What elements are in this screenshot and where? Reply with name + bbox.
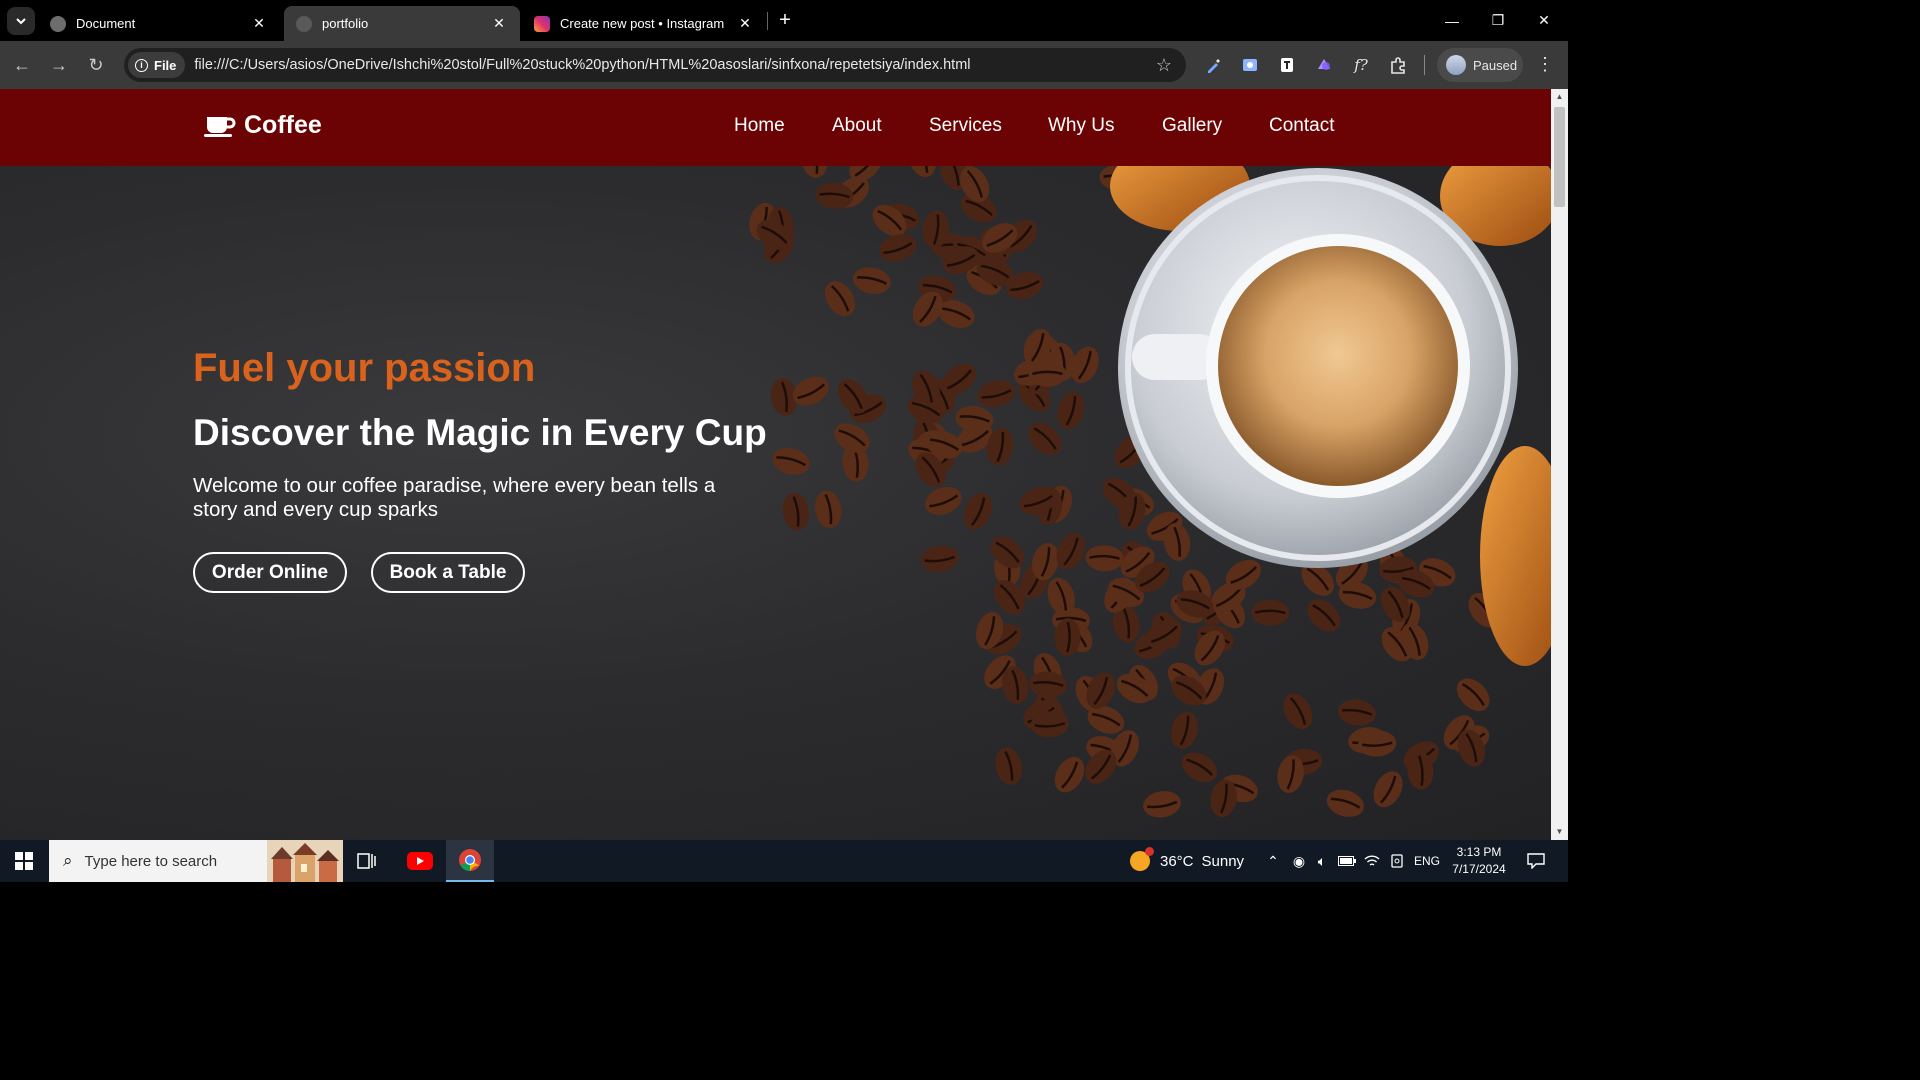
battery-icon[interactable]: [1336, 840, 1358, 882]
croissant-right: [1480, 446, 1551, 666]
screenshot-extension-icon[interactable]: [1238, 53, 1262, 77]
globe-icon: [50, 15, 66, 32]
weather-widget[interactable]: 36°C Sunny: [1130, 840, 1244, 882]
device-icon[interactable]: [1386, 840, 1408, 882]
profile-button[interactable]: Paused: [1437, 48, 1523, 82]
hero-headline: Discover the Magic in Every Cup: [193, 412, 767, 453]
restore-button[interactable]: ❐: [1475, 0, 1521, 41]
reload-button[interactable]: ↻: [84, 53, 108, 77]
site-header: Coffee Home About Services Why Us Galler…: [0, 89, 1551, 166]
address-bar[interactable]: i File file:///C:/Users/asios/OneDrive/I…: [124, 48, 1186, 82]
site-info-chip[interactable]: i File: [128, 52, 186, 78]
clock-date: 7/17/2024: [1452, 862, 1506, 876]
search-placeholder: Type here to search: [84, 852, 218, 870]
taskbar: ⌕ Type here to search 36°C Sunny ⌃ ◉ 🔈︎ …: [0, 840, 1568, 882]
weather-temp: 36°C: [1160, 852, 1194, 870]
coffee-cup-icon: [204, 116, 236, 137]
eyedropper-extension-icon[interactable]: [1202, 53, 1226, 77]
back-button[interactable]: ←: [10, 53, 34, 77]
coffee-cup-image: [1118, 168, 1518, 568]
globe-icon: [296, 15, 312, 32]
tab-title: portfolio: [322, 16, 369, 31]
nav-services[interactable]: Services: [929, 115, 1002, 137]
scrollbar-thumb[interactable]: [1554, 107, 1565, 207]
tab-separator: [767, 12, 768, 30]
minimize-button[interactable]: —: [1429, 0, 1475, 41]
extensions-puzzle-icon[interactable]: [1386, 53, 1410, 77]
nav-gallery[interactable]: Gallery: [1162, 115, 1222, 137]
forward-button[interactable]: →: [47, 53, 71, 77]
close-tab-icon[interactable]: ✕: [736, 15, 754, 33]
weather-condition: Sunny: [1201, 852, 1245, 870]
youtube-icon: [407, 852, 433, 870]
site-info-label: File: [154, 57, 177, 73]
tab-instagram[interactable]: Create new post • Instagram ✕: [522, 6, 766, 41]
book-table-button[interactable]: Book a Table: [371, 552, 525, 593]
clock[interactable]: 3:13 PM 7/17/2024: [1446, 844, 1512, 878]
show-hidden-icons-chevron-icon[interactable]: ⌃: [1262, 840, 1284, 882]
hero-lead: Welcome to our coffee paradise, where ev…: [193, 474, 716, 521]
search-icon: ⌕: [63, 851, 73, 870]
bookmark-star-icon[interactable]: ☆: [1156, 55, 1172, 76]
tab-document[interactable]: Document ✕: [38, 6, 280, 41]
page-scrollbar[interactable]: ▲ ▼: [1551, 89, 1568, 840]
task-view-icon: [357, 853, 376, 869]
windows-logo-icon: [15, 852, 33, 870]
nav-about[interactable]: About: [832, 115, 882, 137]
info-icon: i: [135, 58, 148, 72]
instagram-icon: [534, 15, 550, 32]
input-language[interactable]: ENG: [1411, 840, 1443, 882]
hero-section: Fuel your passion Discover the Magic in …: [0, 166, 1551, 840]
scroll-up-arrow-icon[interactable]: ▲: [1551, 89, 1568, 105]
gradient-extension-icon[interactable]: [1312, 53, 1336, 77]
volume-icon[interactable]: 🔈︎: [1311, 840, 1333, 882]
record-icon[interactable]: ◉: [1288, 840, 1310, 882]
search-highlight-illustration: [267, 840, 343, 882]
browser-menu-icon[interactable]: ⋮: [1535, 53, 1555, 77]
new-tab-button[interactable]: +: [775, 10, 795, 30]
profile-status: Paused: [1473, 57, 1518, 73]
wifi-icon[interactable]: [1361, 840, 1383, 882]
avatar: [1446, 55, 1466, 75]
url-text[interactable]: file:///C:/Users/asios/OneDrive/Ishchi%2…: [194, 57, 970, 73]
notifications-icon[interactable]: [1519, 840, 1553, 882]
toolbar-divider: [1424, 55, 1425, 75]
clock-time: 3:13 PM: [1456, 845, 1502, 859]
tab-search-button[interactable]: [7, 7, 35, 35]
font-extension-icon[interactable]: f?: [1349, 53, 1373, 77]
logo-text: Coffee: [244, 111, 322, 139]
scroll-down-arrow-icon[interactable]: ▼: [1551, 824, 1568, 840]
task-view-button[interactable]: [343, 840, 391, 882]
chevron-down-icon: [16, 18, 26, 25]
tab-title: Document: [76, 16, 136, 31]
close-window-button[interactable]: ✕: [1521, 0, 1567, 41]
sun-icon: [1130, 847, 1154, 871]
chrome-icon: [459, 849, 481, 871]
tab-portfolio[interactable]: portfolio ✕: [284, 6, 520, 41]
nav-why-us[interactable]: Why Us: [1048, 115, 1115, 137]
nav-home[interactable]: Home: [734, 115, 785, 137]
browser-tabstrip: Document ✕ portfolio ✕ Create new post •…: [0, 0, 1568, 41]
tab-title: Create new post • Instagram: [560, 16, 725, 31]
order-online-button[interactable]: Order Online: [193, 552, 347, 593]
chrome-taskbar-button[interactable]: [446, 840, 494, 882]
start-button[interactable]: [0, 840, 48, 882]
text-extension-icon[interactable]: [1275, 53, 1299, 77]
youtube-taskbar-button[interactable]: [396, 840, 444, 882]
browser-toolbar: ← → ↻ i File file:///C:/Users/asios/OneD…: [0, 41, 1568, 89]
hero-tagline: Fuel your passion: [193, 346, 536, 390]
taskbar-search[interactable]: ⌕ Type here to search: [49, 840, 343, 882]
nav-contact[interactable]: Contact: [1269, 115, 1334, 137]
close-tab-icon[interactable]: ✕: [250, 15, 268, 33]
site-logo[interactable]: Coffee: [204, 111, 322, 140]
close-tab-icon[interactable]: ✕: [490, 15, 508, 33]
page-viewport: Coffee Home About Services Why Us Galler…: [0, 89, 1551, 840]
